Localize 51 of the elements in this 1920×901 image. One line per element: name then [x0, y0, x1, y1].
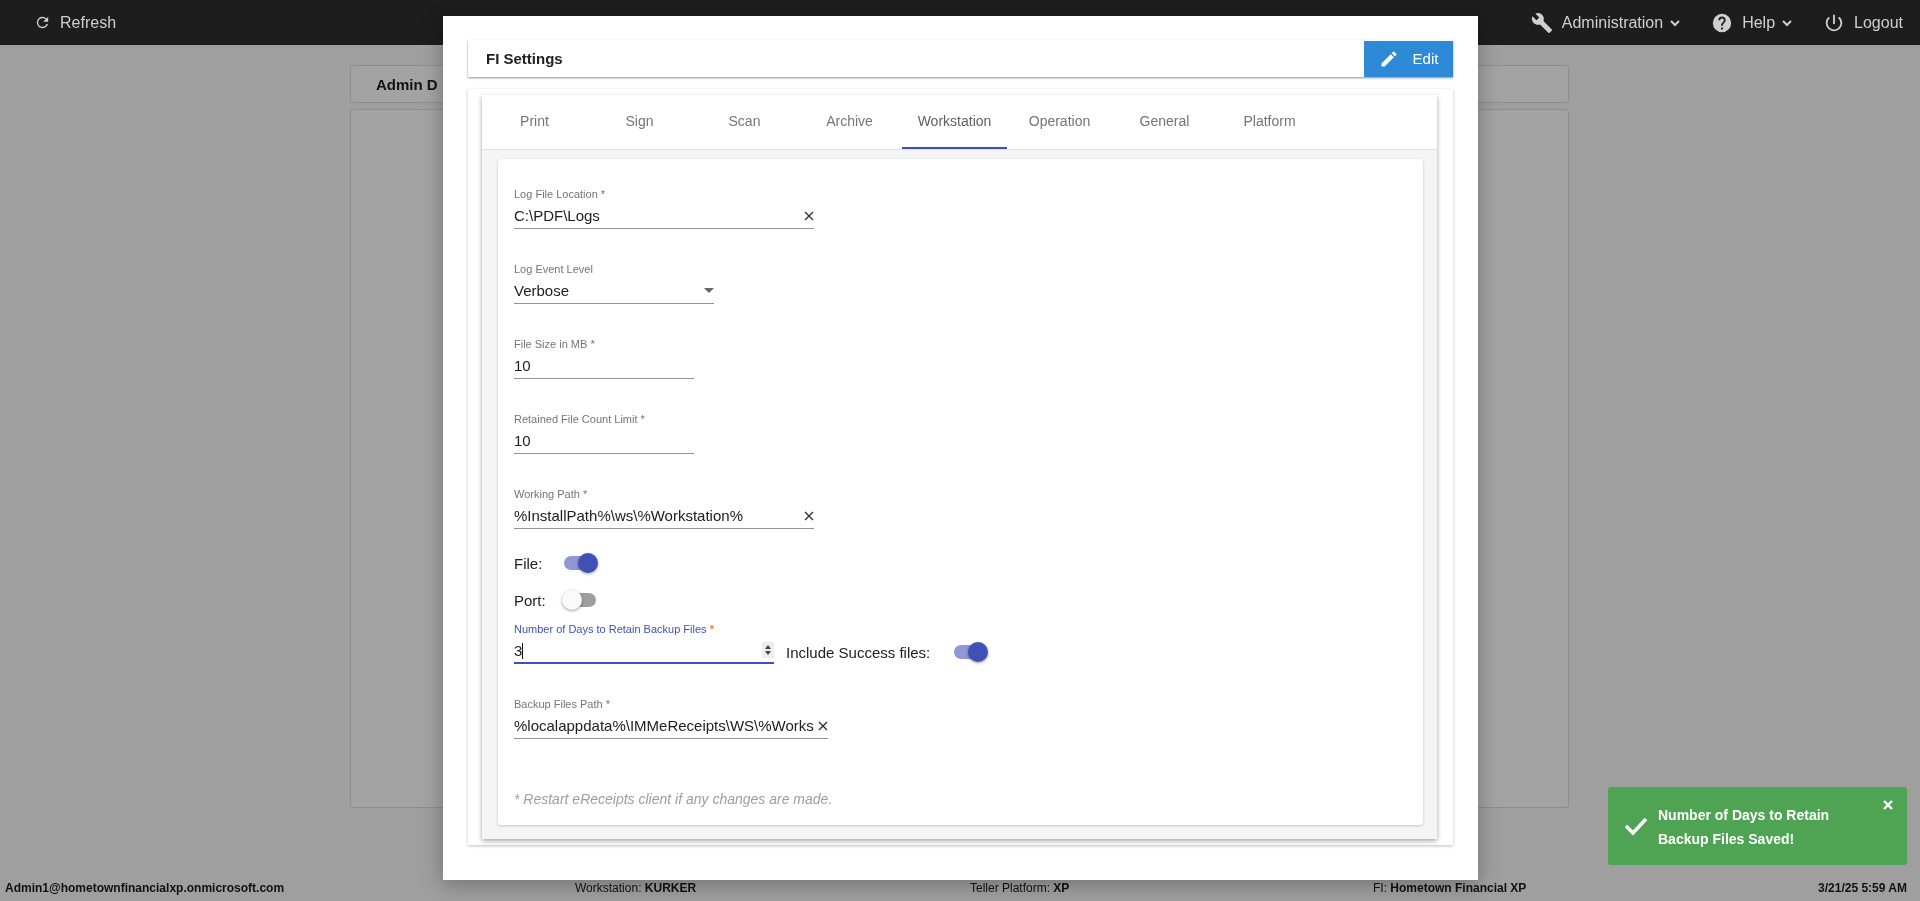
field-label: Log Event Level — [514, 263, 594, 275]
menu-button[interactable]: Help — [1711, 11, 1794, 34]
refresh-button[interactable]: Refresh — [34, 13, 117, 32]
menu-button[interactable]: Administration — [1530, 11, 1682, 34]
status-text: 3/21/25 5:59 AM — [1818, 881, 1907, 895]
toggle-label: File: — [514, 554, 544, 572]
note-text: * Restart eReceipts client if any changes are made. — [514, 791, 834, 807]
tab[interactable]: General — [1112, 95, 1217, 149]
clear-icon[interactable] — [804, 510, 814, 521]
field-label: Retained File Count Limit * — [514, 413, 646, 425]
panel-title: Admin D — [376, 75, 438, 93]
refresh-icon — [34, 14, 51, 31]
logout-button[interactable]: Logout — [1823, 11, 1903, 34]
tab[interactable]: Sign — [587, 95, 692, 149]
field-label: Working Path * — [514, 488, 589, 500]
status-text: FI: Hometown Financial XP — [1373, 881, 1528, 895]
close-icon[interactable] — [1883, 800, 1893, 810]
text-field[interactable]: C:\PDF\Logs — [514, 205, 814, 229]
spinner-icon[interactable] — [762, 642, 774, 658]
tab[interactable]: Scan — [692, 95, 797, 149]
help-icon — [1711, 11, 1734, 34]
field-label: File Size in MB * — [514, 338, 596, 350]
dialog-title: FI Settings — [486, 50, 563, 67]
toggle-switch[interactable] — [952, 642, 989, 662]
number-field[interactable]: 10 — [514, 355, 694, 379]
text-field[interactable]: %InstallPath%\ws\%Workstation% — [514, 505, 814, 529]
clear-icon[interactable] — [817, 720, 828, 731]
status-text: Workstation: KURKER — [575, 881, 698, 895]
tab[interactable]: Archive — [797, 95, 902, 149]
edit-button[interactable]: Edit — [1364, 40, 1453, 77]
text-field[interactable]: %localappdata%\IMMeReceipts\WS\%Works — [514, 715, 828, 739]
toast-message: Number of Days to Retain Backup Files Saved! — [1658, 806, 1831, 849]
status-text: Teller Platform: XP — [970, 881, 1071, 895]
toggle-switch[interactable] — [562, 553, 598, 573]
field-label: Number of Days to Retain Backup Files * — [514, 623, 715, 635]
number-field[interactable]: 3 — [514, 640, 774, 664]
number-field[interactable]: 10 — [514, 430, 694, 454]
check-icon — [1624, 816, 1648, 836]
toggle-label: Include Success files: — [786, 643, 931, 661]
field-label: Backup Files Path * — [514, 698, 611, 710]
status-text: Admin1@hometownfinancialxp.onmicrosoft.com — [5, 881, 286, 895]
wrench-icon — [1530, 11, 1553, 34]
clear-icon[interactable] — [804, 210, 814, 221]
field-label: Log File Location * — [514, 188, 607, 200]
tab[interactable]: Operation — [1007, 95, 1112, 149]
tab[interactable]: Platform — [1217, 95, 1322, 149]
select-field[interactable]: Verbose — [514, 280, 714, 304]
caret-icon[interactable] — [704, 288, 714, 293]
tab[interactable]: Print — [482, 95, 587, 149]
toggle-label: Port: — [514, 591, 547, 609]
toggle-switch[interactable] — [562, 590, 598, 610]
